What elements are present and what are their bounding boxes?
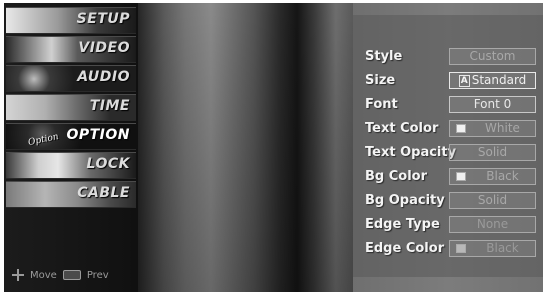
setting-label: Text Opacity xyxy=(365,145,457,160)
setting-row-bg-opacity[interactable]: Bg Opacity Solid xyxy=(353,191,543,211)
style-value-box[interactable]: Custom xyxy=(449,48,536,65)
menu-item-setup[interactable]: SETUP xyxy=(6,7,136,34)
setting-row-bg-color[interactable]: Bg Color Black xyxy=(353,167,543,187)
text-color-value: White xyxy=(485,121,520,135)
setting-row-style[interactable]: Style Custom xyxy=(353,47,543,67)
setting-label: Text Color xyxy=(365,121,439,136)
color-swatch-icon xyxy=(456,244,466,253)
setting-label: Font xyxy=(365,97,398,112)
color-swatch-icon xyxy=(456,172,466,181)
tv-screen: SETUP VIDEO AUDIO TIME Option OPTION LOC… xyxy=(4,3,543,292)
menu-item-label: AUDIO xyxy=(77,69,130,85)
font-value-box[interactable]: Font 0 xyxy=(449,96,536,113)
menu-item-label: TIME xyxy=(89,98,130,114)
setting-label: Bg Color xyxy=(365,169,428,184)
menu-key-icon xyxy=(62,270,81,280)
menu-item-time[interactable]: TIME xyxy=(6,94,136,121)
size-value-text: Standard xyxy=(471,73,527,87)
prev-hint-label: Prev xyxy=(86,269,109,281)
edge-type-value-box[interactable]: None xyxy=(449,216,536,233)
menu-item-option[interactable]: Option OPTION xyxy=(6,123,136,150)
edge-color-value-box[interactable]: Black xyxy=(449,240,536,257)
bg-color-value-box[interactable]: Black xyxy=(449,168,536,185)
move-hint-label: Move xyxy=(30,269,57,281)
setting-label: Size xyxy=(365,73,396,88)
text-color-value-box[interactable]: White xyxy=(449,120,536,137)
size-glyph-icon: A xyxy=(458,74,470,87)
setting-row-edge-type[interactable]: Edge Type None xyxy=(353,215,543,235)
caption-settings-list: Style Custom Size A Standard Font Font 0 … xyxy=(353,15,543,277)
edge-color-value: Black xyxy=(486,241,519,255)
setting-row-text-opacity[interactable]: Text Opacity Solid xyxy=(353,143,543,163)
setting-row-size[interactable]: Size A Standard xyxy=(353,71,543,91)
menu-item-cable[interactable]: CABLE xyxy=(6,181,136,208)
menu-footer-hints: Move Prev xyxy=(12,268,109,282)
bg-opacity-value-box[interactable]: Solid xyxy=(449,192,536,209)
main-menu: SETUP VIDEO AUDIO TIME Option OPTION LOC… xyxy=(4,3,138,292)
video-background xyxy=(138,3,353,292)
move-arrows-icon xyxy=(12,269,24,281)
menu-item-audio[interactable]: AUDIO xyxy=(6,65,136,92)
setting-row-edge-color[interactable]: Edge Color Black xyxy=(353,239,543,259)
menu-item-label: LOCK xyxy=(86,156,130,172)
setting-row-text-color[interactable]: Text Color White xyxy=(353,119,543,139)
menu-item-label: SETUP xyxy=(76,11,130,27)
setting-label: Edge Type xyxy=(365,217,440,232)
text-opacity-value-box[interactable]: Solid xyxy=(449,144,536,161)
setting-row-font[interactable]: Font Font 0 xyxy=(353,95,543,115)
menu-item-label: VIDEO xyxy=(78,40,130,56)
setting-label: Edge Color xyxy=(365,241,445,256)
color-swatch-icon xyxy=(456,124,466,133)
setting-label: Style xyxy=(365,49,403,64)
bg-color-value: Black xyxy=(486,169,519,183)
menu-item-label: OPTION xyxy=(66,127,130,143)
caption-settings-panel: Style Custom Size A Standard Font Font 0 … xyxy=(353,3,543,292)
menu-item-video[interactable]: VIDEO xyxy=(6,36,136,63)
size-value-box[interactable]: A Standard xyxy=(449,72,536,89)
setting-label: Bg Opacity xyxy=(365,193,445,208)
menu-item-lock[interactable]: LOCK xyxy=(6,152,136,179)
menu-item-label: CABLE xyxy=(77,185,130,201)
